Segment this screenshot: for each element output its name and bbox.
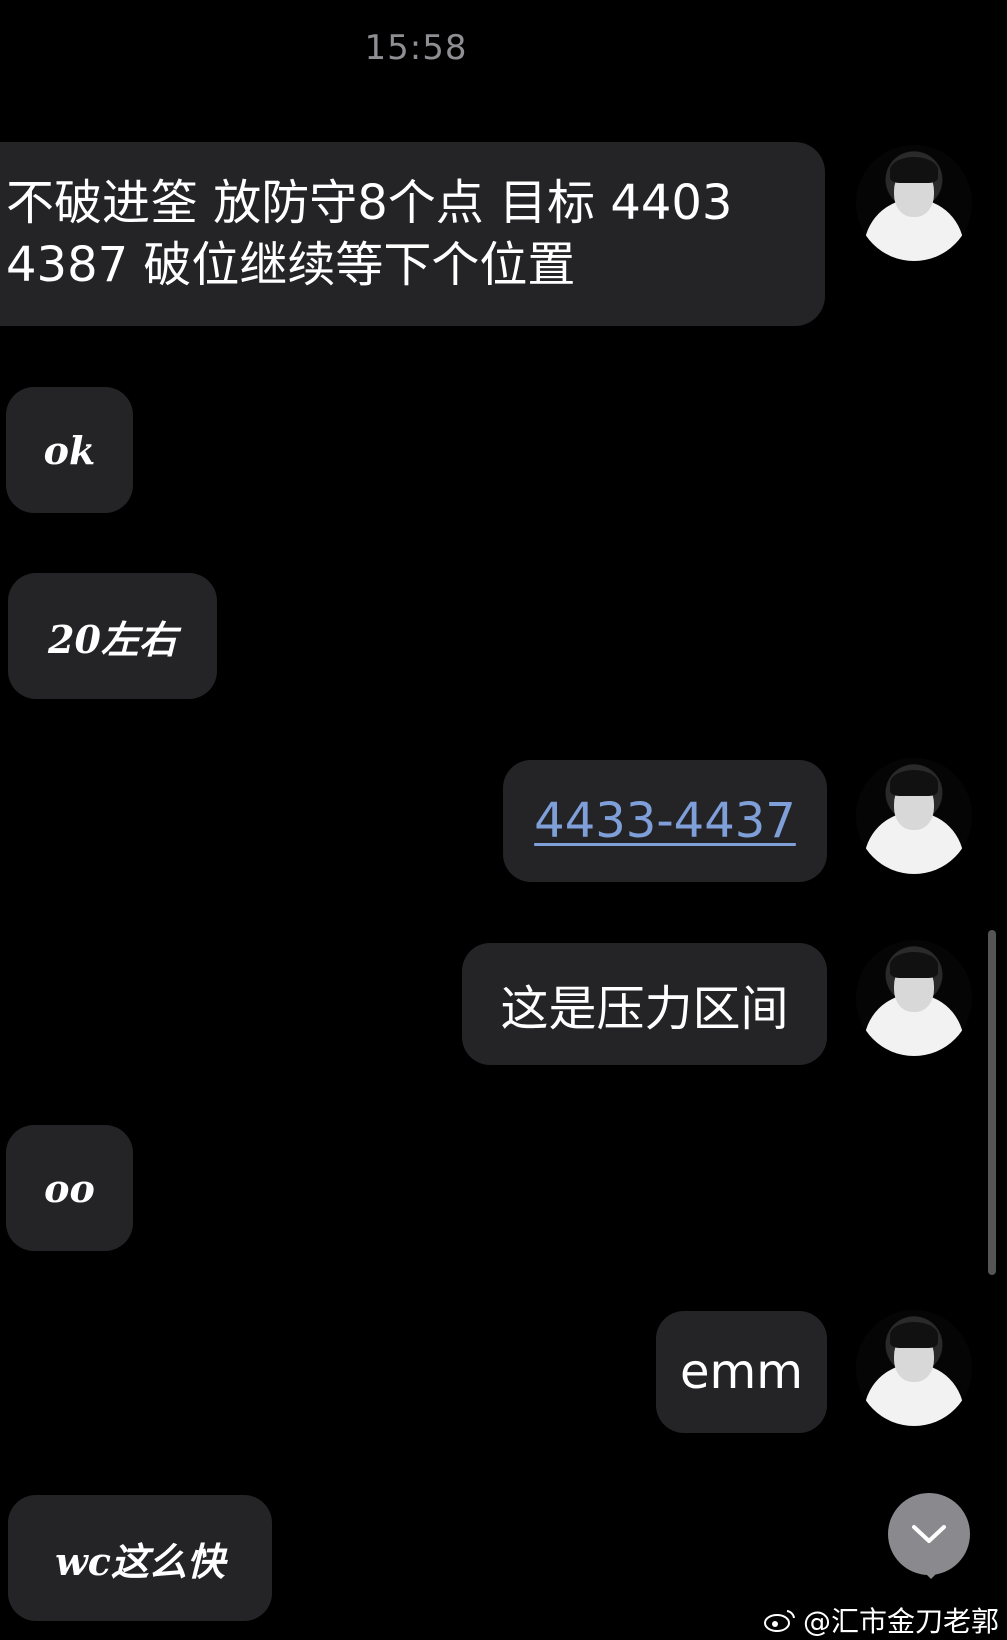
scrollbar[interactable] bbox=[988, 930, 996, 1275]
avatar[interactable] bbox=[856, 145, 972, 261]
avatar[interactable] bbox=[856, 940, 972, 1056]
message-text: oo bbox=[44, 1165, 95, 1211]
message-bubble-incoming[interactable]: ok bbox=[6, 387, 133, 513]
message-link[interactable]: 4433-4437 bbox=[534, 793, 796, 849]
message-text: wc这么快 bbox=[55, 1538, 225, 1584]
message-text: 这是压力区间 bbox=[500, 981, 789, 1037]
watermark-text: @汇市金刀老郭 bbox=[802, 1605, 999, 1638]
scroll-to-bottom-button[interactable] bbox=[888, 1493, 970, 1579]
avatar[interactable] bbox=[856, 758, 972, 874]
message-bubble-outgoing[interactable]: 4433-4437 bbox=[503, 760, 827, 882]
message-bubble-outgoing[interactable]: 这是压力区间 bbox=[462, 943, 827, 1065]
message-timestamp: 15:58 bbox=[364, 28, 468, 68]
message-bubble-incoming[interactable]: 20左右 bbox=[8, 573, 217, 699]
message-bubble-outgoing[interactable]: 不破进筌 放防守8个点 目标 4403 4387 破位继续等下个位置 bbox=[0, 142, 825, 326]
weibo-icon bbox=[763, 1610, 795, 1632]
chevron-down-icon bbox=[912, 1525, 946, 1543]
message-text: emm bbox=[679, 1344, 804, 1400]
watermark: @汇市金刀老郭 bbox=[763, 1600, 999, 1640]
message-text: 不破进筌 放防守8个点 目标 4403 4387 破位继续等下个位置 bbox=[6, 175, 733, 293]
message-bubble-incoming[interactable]: wc这么快 bbox=[8, 1495, 272, 1621]
avatar[interactable] bbox=[856, 1310, 972, 1426]
message-bubble-outgoing[interactable]: emm bbox=[656, 1311, 827, 1433]
message-bubble-incoming[interactable]: oo bbox=[6, 1125, 133, 1251]
message-text: ok bbox=[43, 427, 96, 473]
message-text: 20左右 bbox=[48, 616, 177, 662]
